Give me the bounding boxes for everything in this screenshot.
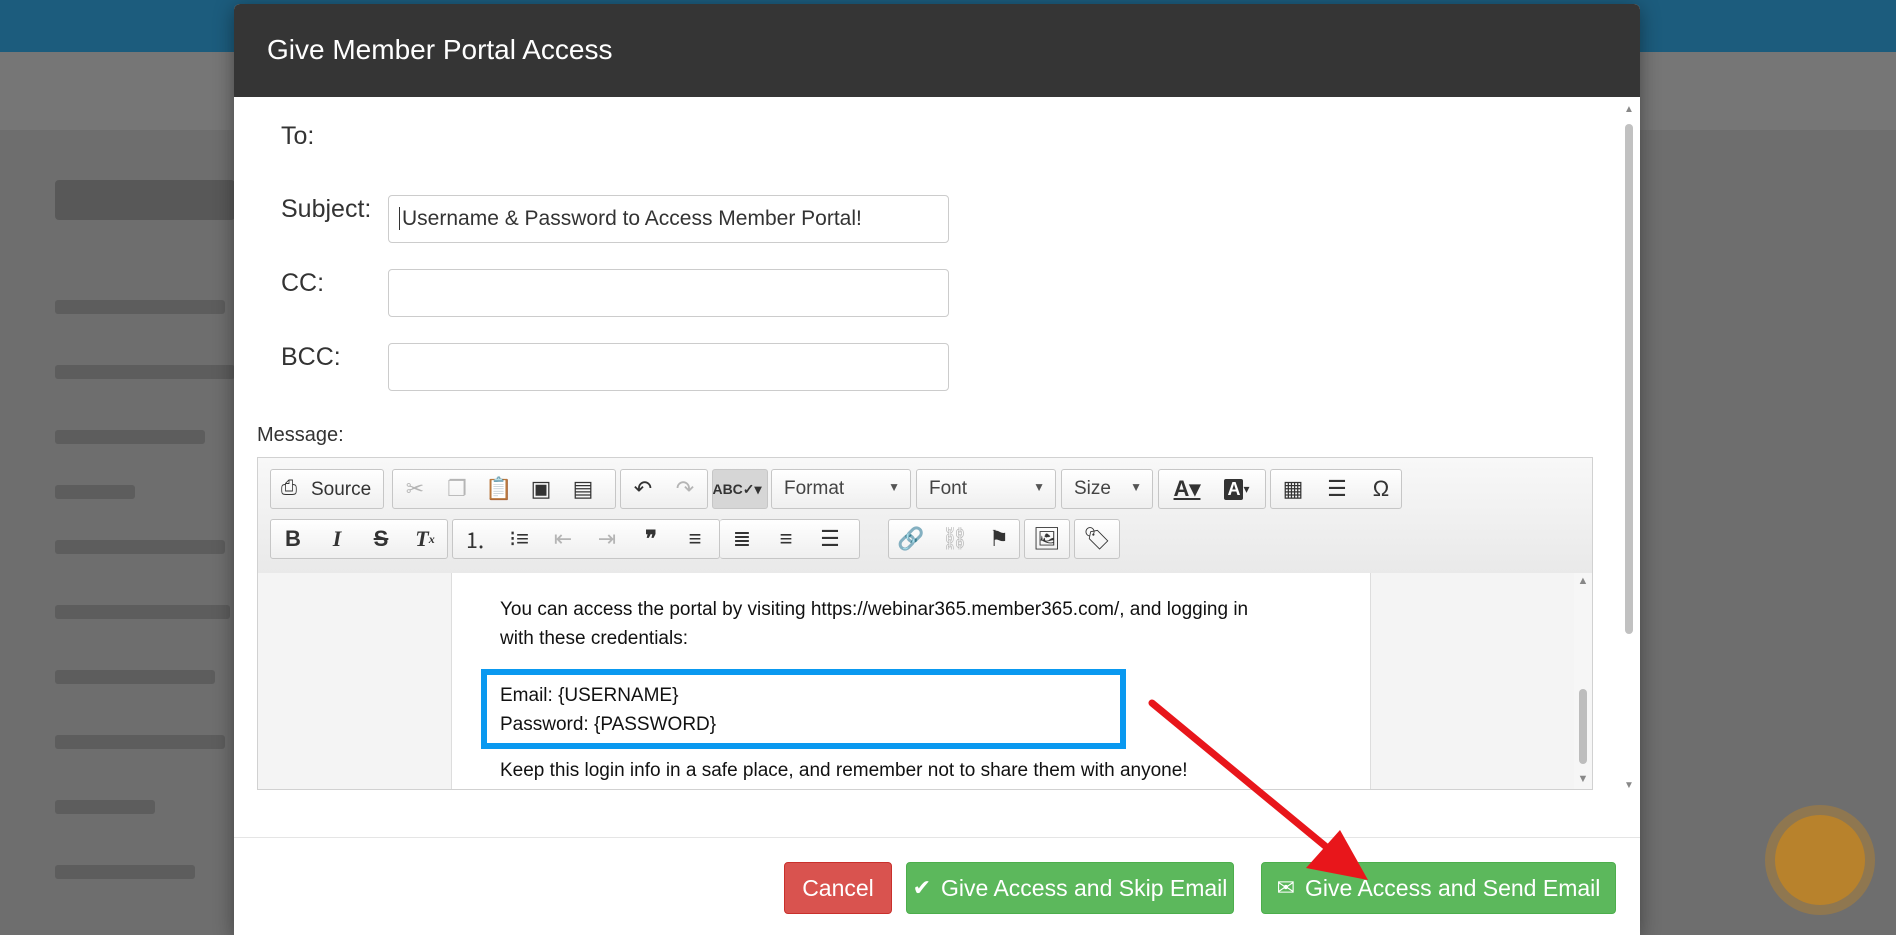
- annotation-arrow: [1148, 699, 1368, 880]
